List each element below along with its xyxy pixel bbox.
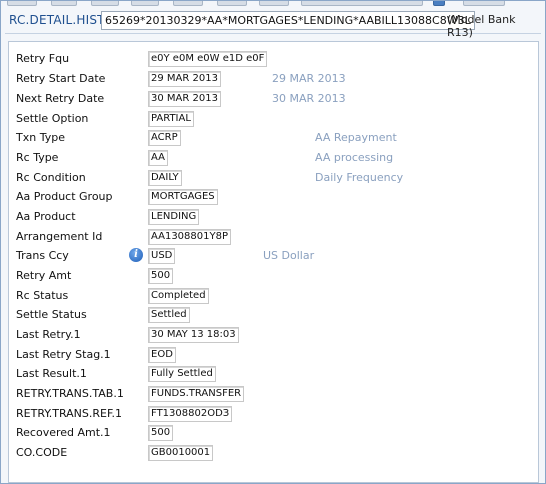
field-row-next-retry-date: Next Retry Date 30 MAR 2013 30 MAR 2013 — [9, 90, 538, 110]
field-row-settle-status: Settle Status Settled — [9, 306, 538, 326]
field-value[interactable]: e0Y e0M e0W e1D e0F — [148, 51, 268, 67]
field-value[interactable]: 29 MAR 2013 — [148, 71, 221, 87]
field-label: Rc Status — [16, 289, 69, 302]
field-label: Retry Amt — [16, 269, 72, 282]
field-row-last-retry: Last Retry.1 30 MAY 13 18:03 — [9, 326, 538, 346]
field-enrichment: Daily Frequency — [315, 171, 404, 184]
field-row-co-code: CO.CODE GB0010001 — [9, 444, 538, 464]
record-header: RC.DETAIL.HIST 65269*20130329*AA*MORTGAG… — [5, 9, 541, 39]
field-row-aa-product-group: Aa Product Group MORTGAGES — [9, 188, 538, 208]
window-frame: RC.DETAIL.HIST 65269*20130329*AA*MORTGAG… — [0, 0, 546, 484]
field-value[interactable]: USD — [148, 248, 176, 264]
field-label: Last Result.1 — [16, 367, 87, 380]
field-value[interactable]: LENDING — [148, 209, 200, 225]
field-row-trans-ccy: Trans Ccy i USD US Dollar — [9, 247, 538, 267]
field-label: Settle Option — [16, 112, 89, 125]
field-label: Aa Product — [16, 210, 76, 223]
application-title: RC.DETAIL.HIST — [9, 13, 105, 27]
field-value[interactable]: ACRP — [148, 130, 181, 146]
toolbar-button[interactable] — [433, 1, 445, 6]
field-value[interactable]: Completed — [148, 288, 209, 304]
field-row-arrangement-id: Arrangement Id AA1308801Y8P — [9, 228, 538, 248]
field-enrichment: AA Repayment — [315, 131, 397, 144]
record-id-field[interactable]: 65269*20130329*AA*MORTGAGES*LENDING*AABI… — [101, 11, 475, 30]
field-label: Retry Fqu — [16, 52, 70, 65]
field-enrichment: US Dollar — [263, 249, 315, 262]
field-value[interactable]: 500 — [148, 268, 174, 284]
field-label: Txn Type — [16, 131, 65, 144]
field-row-rc-type: Rc Type AA AA processing — [9, 149, 538, 169]
field-value[interactable]: 500 — [148, 425, 174, 441]
field-value[interactable]: 30 MAY 13 18:03 — [148, 327, 239, 343]
toolbar-button[interactable] — [173, 1, 203, 6]
field-label: RETRY.TRANS.TAB.1 — [16, 387, 124, 400]
field-value[interactable]: EOD — [148, 347, 176, 363]
toolbar-button[interactable] — [131, 1, 159, 6]
toolbar-button[interactable] — [7, 1, 37, 6]
toolbar-button[interactable] — [463, 1, 505, 6]
field-value[interactable]: Settled — [148, 307, 190, 323]
field-row-rc-status: Rc Status Completed — [9, 287, 538, 307]
field-label: Aa Product Group — [16, 190, 113, 203]
field-row-retry-trans-ref: RETRY.TRANS.REF.1 FT1308802ODЗ — [9, 405, 538, 425]
field-label: Rc Condition — [16, 171, 86, 184]
field-value[interactable]: FT1308802ODЗ — [148, 406, 233, 422]
company-label: (Model Bank R13) — [447, 13, 516, 39]
field-label: Next Retry Date — [16, 92, 105, 105]
field-row-settle-option: Settle Option PARTIAL — [9, 110, 538, 130]
field-label: Recovered Amt.1 — [16, 426, 111, 439]
field-value[interactable]: DAILY — [148, 170, 182, 186]
field-label: Last Retry Stag.1 — [16, 348, 111, 361]
field-enrichment: 29 MAR 2013 — [272, 72, 346, 85]
info-icon[interactable]: i — [129, 248, 143, 262]
field-value[interactable]: FUNDS.TRANSFER — [148, 386, 245, 402]
field-value[interactable]: Fully Settled — [148, 366, 216, 382]
toolbar-button[interactable] — [301, 1, 423, 6]
field-row-last-retry-stag: Last Retry Stag.1 EOD — [9, 346, 538, 366]
toolbar-button[interactable] — [259, 1, 289, 6]
field-row-retry-start-date: Retry Start Date 29 MAR 2013 29 MAR 2013 — [9, 70, 538, 90]
field-label: Rc Type — [16, 151, 59, 164]
toolbar-button[interactable] — [51, 1, 77, 6]
toolbar-strip — [7, 1, 537, 6]
field-label: Retry Start Date — [16, 72, 106, 85]
field-label: CO.CODE — [16, 446, 68, 459]
field-row-recovered-amt: Recovered Amt.1 500 — [9, 424, 538, 444]
field-value[interactable]: 30 MAR 2013 — [148, 91, 221, 107]
record-detail-panel: Retry Fqu e0Y e0M e0W e1D e0F Retry Star… — [8, 41, 539, 483]
field-value[interactable]: GB0010001 — [148, 445, 214, 461]
toolbar-button[interactable] — [91, 1, 119, 6]
field-label: RETRY.TRANS.REF.1 — [16, 407, 123, 420]
field-row-txn-type: Txn Type ACRP AA Repayment — [9, 129, 538, 149]
field-label: Arrangement Id — [16, 230, 103, 243]
field-row-rc-condition: Rc Condition DAILY Daily Frequency — [9, 169, 538, 189]
toolbar-button[interactable] — [217, 1, 247, 6]
field-row-retry-amt: Retry Amt 500 — [9, 267, 538, 287]
field-label: Settle Status — [16, 308, 87, 321]
field-row-last-result: Last Result.1 Fully Settled — [9, 365, 538, 385]
field-row-aa-product: Aa Product LENDING — [9, 208, 538, 228]
field-value[interactable]: MORTGAGES — [148, 189, 218, 205]
field-label: Trans Ccy — [16, 249, 69, 262]
field-value[interactable]: AA1308801Y8P — [148, 229, 231, 245]
field-enrichment: AA processing — [315, 151, 394, 164]
field-enrichment: 30 MAR 2013 — [272, 92, 346, 105]
field-row-retry-trans-tab: RETRY.TRANS.TAB.1 FUNDS.TRANSFER — [9, 385, 538, 405]
field-value[interactable]: AA — [148, 150, 168, 166]
field-value[interactable]: PARTIAL — [148, 111, 194, 127]
field-row-retry-fqu: Retry Fqu e0Y e0M e0W e1D e0F — [9, 50, 538, 70]
field-label: Last Retry.1 — [16, 328, 81, 341]
